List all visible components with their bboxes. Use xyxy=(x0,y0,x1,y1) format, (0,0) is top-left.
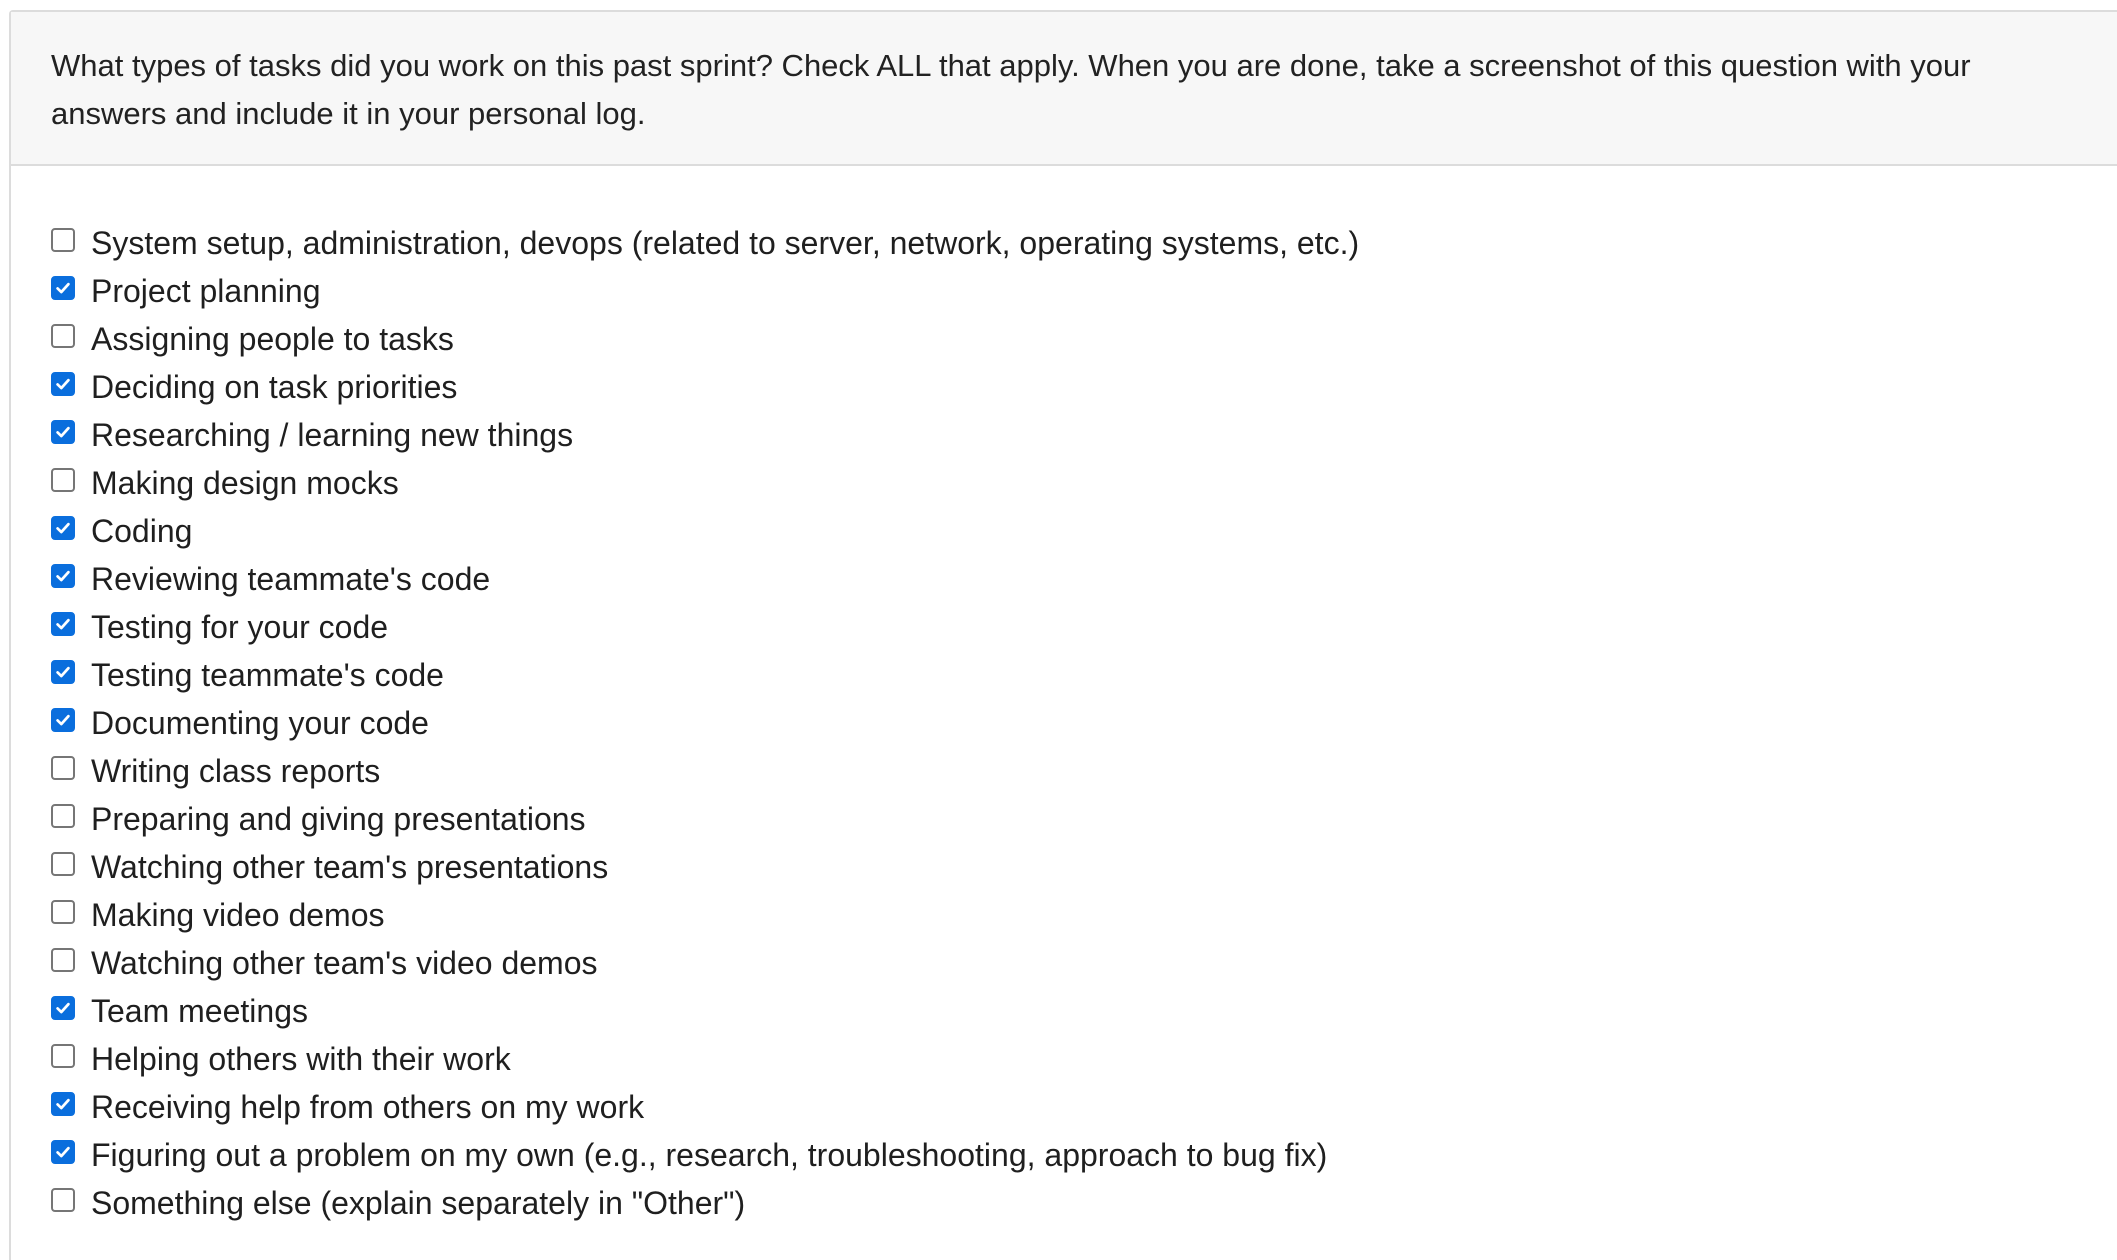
answer-option[interactable]: Something else (explain separately in "O… xyxy=(51,1179,1359,1227)
answer-label[interactable]: Testing for your code xyxy=(91,603,388,651)
answer-option[interactable]: Watching other team's presentations xyxy=(51,843,1359,891)
answer-checkbox[interactable] xyxy=(51,756,75,780)
answer-checkbox[interactable] xyxy=(51,372,75,396)
answer-option[interactable]: Watching other team's video demos xyxy=(51,939,1359,987)
answer-checkbox[interactable] xyxy=(51,612,75,636)
answer-option[interactable]: Documenting your code xyxy=(51,699,1359,747)
answer-label[interactable]: Figuring out a problem on my own (e.g., … xyxy=(91,1131,1327,1179)
answer-checkbox[interactable] xyxy=(51,996,75,1020)
answer-checkbox[interactable] xyxy=(51,1188,75,1212)
answer-label[interactable]: Assigning people to tasks xyxy=(91,315,454,363)
answer-label[interactable]: Helping others with their work xyxy=(91,1035,511,1083)
answer-option[interactable]: Testing for your code xyxy=(51,603,1359,651)
answer-option[interactable]: Making design mocks xyxy=(51,459,1359,507)
answer-label[interactable]: Testing teammate's code xyxy=(91,651,444,699)
answer-label[interactable]: Preparing and giving presentations xyxy=(91,795,586,843)
answer-checkbox[interactable] xyxy=(51,1140,75,1164)
answer-label[interactable]: Reviewing teammate's code xyxy=(91,555,490,603)
answer-list: System setup, administration, devops (re… xyxy=(51,219,1359,1227)
answer-checkbox[interactable] xyxy=(51,708,75,732)
checkmark-icon xyxy=(56,570,70,582)
answer-checkbox[interactable] xyxy=(51,420,75,444)
answer-label[interactable]: Watching other team's video demos xyxy=(91,939,598,987)
answer-checkbox[interactable] xyxy=(51,516,75,540)
answer-label[interactable]: Team meetings xyxy=(91,987,308,1035)
answer-label[interactable]: Making design mocks xyxy=(91,459,399,507)
checkmark-icon xyxy=(56,714,70,726)
answer-checkbox[interactable] xyxy=(51,948,75,972)
checkmark-icon xyxy=(56,282,70,294)
answer-option[interactable]: Assigning people to tasks xyxy=(51,315,1359,363)
question-text: What types of tasks did you work on this… xyxy=(51,48,1971,131)
answer-option[interactable]: Deciding on task priorities xyxy=(51,363,1359,411)
answer-checkbox[interactable] xyxy=(51,852,75,876)
answer-label[interactable]: Receiving help from others on my work xyxy=(91,1083,644,1131)
checkmark-icon xyxy=(56,666,70,678)
answer-label[interactable]: Something else (explain separately in "O… xyxy=(91,1179,745,1227)
answer-checkbox[interactable] xyxy=(51,804,75,828)
answer-option[interactable]: Making video demos xyxy=(51,891,1359,939)
answer-option[interactable]: Reviewing teammate's code xyxy=(51,555,1359,603)
answer-checkbox[interactable] xyxy=(51,660,75,684)
checkmark-icon xyxy=(56,1002,70,1014)
answer-option[interactable]: Writing class reports xyxy=(51,747,1359,795)
checkmark-icon xyxy=(56,522,70,534)
answer-label[interactable]: Project planning xyxy=(91,267,320,315)
answer-checkbox[interactable] xyxy=(51,276,75,300)
checkmark-icon xyxy=(56,426,70,438)
answer-option[interactable]: Team meetings xyxy=(51,987,1359,1035)
answer-checkbox[interactable] xyxy=(51,1092,75,1116)
answer-checkbox[interactable] xyxy=(51,324,75,348)
answer-label[interactable]: Coding xyxy=(91,507,192,555)
answer-option[interactable]: Preparing and giving presentations xyxy=(51,795,1359,843)
answer-option[interactable]: Figuring out a problem on my own (e.g., … xyxy=(51,1131,1359,1179)
answer-label[interactable]: Making video demos xyxy=(91,891,384,939)
answer-option[interactable]: Testing teammate's code xyxy=(51,651,1359,699)
checkmark-icon xyxy=(56,1098,70,1110)
question-header: What types of tasks did you work on this… xyxy=(11,12,2117,166)
checkmark-icon xyxy=(56,618,70,630)
answer-option[interactable]: Coding xyxy=(51,507,1359,555)
answer-option[interactable]: Project planning xyxy=(51,267,1359,315)
answer-checkbox[interactable] xyxy=(51,564,75,588)
answer-label[interactable]: Researching / learning new things xyxy=(91,411,573,459)
answer-label[interactable]: Deciding on task priorities xyxy=(91,363,457,411)
answer-label[interactable]: Documenting your code xyxy=(91,699,429,747)
answer-checkbox[interactable] xyxy=(51,1044,75,1068)
answer-option[interactable]: Helping others with their work xyxy=(51,1035,1359,1083)
checkmark-icon xyxy=(56,1146,70,1158)
question-card: What types of tasks did you work on this… xyxy=(9,10,2117,1260)
answer-option[interactable]: Researching / learning new things xyxy=(51,411,1359,459)
answer-label[interactable]: System setup, administration, devops (re… xyxy=(91,219,1359,267)
answer-checkbox[interactable] xyxy=(51,468,75,492)
checkmark-icon xyxy=(56,378,70,390)
answer-label[interactable]: Writing class reports xyxy=(91,747,380,795)
answer-option[interactable]: Receiving help from others on my work xyxy=(51,1083,1359,1131)
answer-checkbox[interactable] xyxy=(51,900,75,924)
answer-checkbox[interactable] xyxy=(51,228,75,252)
answer-option[interactable]: System setup, administration, devops (re… xyxy=(51,219,1359,267)
answer-label[interactable]: Watching other team's presentations xyxy=(91,843,608,891)
